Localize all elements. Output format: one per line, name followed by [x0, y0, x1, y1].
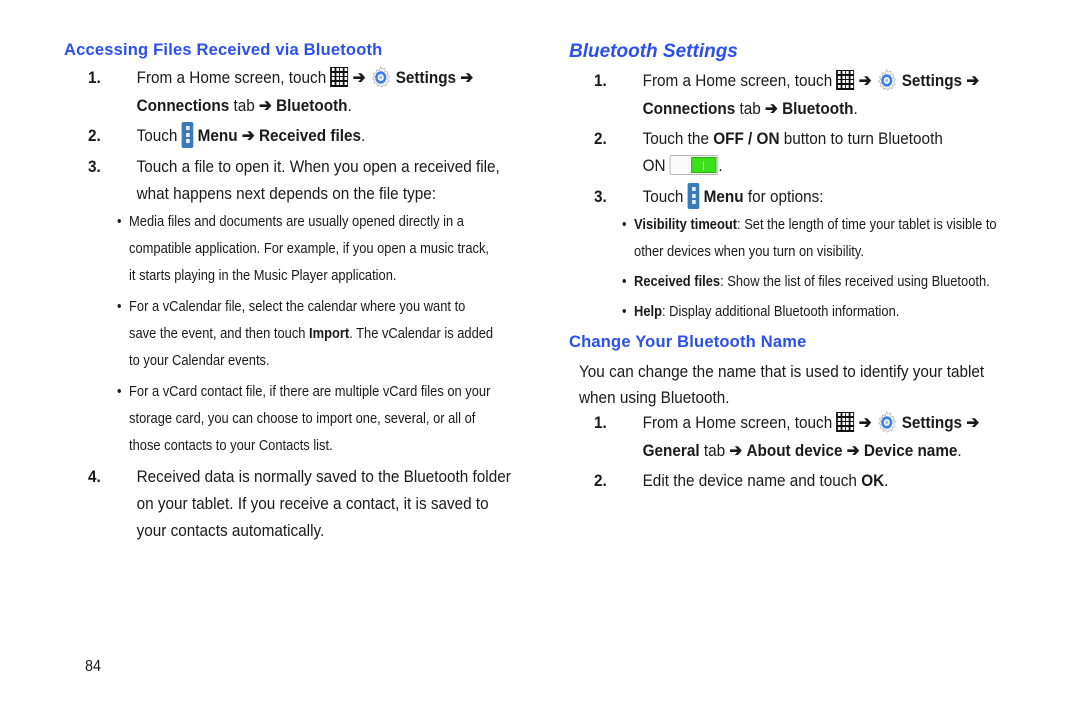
menu-label: Menu — [197, 126, 238, 145]
bullet-text: other devices when you turn on visibilit… — [634, 243, 864, 260]
arrow-icon: ➔ — [729, 441, 743, 460]
step-number: 2. — [88, 126, 101, 145]
bullet-text: storage card, you can choose to import o… — [129, 410, 476, 427]
bluetooth-label: Bluetooth — [276, 96, 348, 115]
apps-grid-icon — [836, 411, 855, 432]
step-text: for options: — [743, 187, 824, 206]
step-text: From a Home screen, touch — [642, 413, 833, 432]
step-text: From a Home screen, touch — [642, 71, 833, 90]
arrow-icon: ➔ — [858, 71, 872, 90]
settings-label: Settings — [901, 413, 963, 432]
toggle-knob — [691, 156, 717, 173]
step-number: 3. — [594, 187, 607, 206]
bullet-text: : Show the list of files received using … — [720, 273, 990, 290]
arrow-icon: ➔ — [858, 413, 872, 432]
settings-gear-icon — [878, 410, 897, 433]
bullet-text: : Set the length of time your tablet is … — [737, 216, 997, 233]
step-text: Touch a file to open it. When you open a… — [136, 157, 500, 176]
bullet-text: it starts playing in the Music Player ap… — [129, 267, 397, 284]
bullet-text: compatible application. For example, if … — [129, 240, 489, 257]
step-number: 1. — [594, 71, 607, 90]
step-number: 4. — [88, 467, 101, 486]
step-text: Received data is normally saved to the B… — [136, 467, 511, 486]
arrow-icon: ➔ — [966, 413, 980, 432]
bluetooth-label: Bluetooth — [782, 99, 854, 118]
arrow-icon: ➔ — [966, 71, 980, 90]
arrow-icon: ➔ — [765, 99, 778, 118]
received-files-label: Received files — [258, 126, 362, 145]
bullet-text: . The vCalendar is added — [349, 325, 494, 342]
step-number: 3. — [88, 157, 101, 176]
step-text: Edit the device name and touch — [642, 471, 862, 490]
bullet-text: : Display additional Bluetooth informati… — [662, 303, 900, 320]
step-text: Touch the — [642, 129, 714, 148]
on-text: ON — [642, 156, 666, 175]
tab-text: tab — [699, 441, 730, 460]
off-on-label: OFF / ON — [713, 129, 780, 148]
step-text: on your tablet. If you receive a contact… — [136, 494, 489, 513]
bullet-text: For a vCalendar file, select the calenda… — [129, 298, 466, 315]
bullet-text: Media files and documents are usually op… — [129, 213, 464, 230]
tab-text: tab — [229, 96, 260, 115]
apps-grid-icon — [836, 69, 855, 90]
step-text: Touch — [136, 126, 178, 145]
general-label: General — [642, 441, 700, 460]
bullet-dot: • — [117, 383, 122, 400]
step-number: 2. — [594, 129, 607, 148]
period: . — [347, 96, 352, 115]
bullet-dot: • — [117, 213, 122, 230]
bullet-text: For a vCard contact file, if there are m… — [129, 383, 491, 400]
step-number: 1. — [594, 413, 607, 432]
period: . — [361, 126, 366, 145]
page-number: 84 — [85, 658, 102, 675]
menu-label: Menu — [703, 187, 744, 206]
arrow-icon: ➔ — [241, 126, 255, 145]
step-number: 1. — [88, 68, 101, 87]
step-text: From a Home screen, touch — [136, 68, 327, 87]
import-label: Import — [309, 325, 350, 342]
arrow-icon: ➔ — [259, 96, 272, 115]
period: . — [957, 441, 962, 460]
bullet-dot: • — [622, 273, 627, 290]
page-title-bluetooth-settings: Bluetooth Settings — [569, 41, 738, 62]
period: . — [718, 156, 723, 175]
bluetooth-toggle-switch[interactable] — [669, 154, 719, 175]
about-device-label: About device — [746, 441, 843, 460]
arrow-icon: ➔ — [352, 68, 366, 87]
bullet-text: to your Calendar events. — [129, 352, 270, 369]
bullet-text: save the event, and then touch — [129, 325, 310, 342]
device-name-label: Device name — [863, 441, 958, 460]
apps-grid-icon — [330, 66, 349, 87]
step-number: 2. — [594, 471, 607, 490]
menu-icon — [687, 182, 700, 209]
settings-gear-icon — [372, 65, 391, 88]
help-label: Help — [634, 303, 663, 320]
visibility-timeout-label: Visibility timeout — [634, 216, 738, 233]
received-files-label: Received files — [634, 273, 721, 290]
section-heading-change-name: Change Your Bluetooth Name — [569, 333, 807, 351]
connections-label: Connections — [136, 96, 230, 115]
bullet-dot: • — [622, 216, 627, 233]
settings-label: Settings — [901, 71, 963, 90]
step-text: Touch — [642, 187, 684, 206]
settings-gear-icon — [878, 68, 897, 91]
intro-text-line2: when using Bluetooth. — [579, 388, 730, 407]
ok-label: OK — [861, 471, 885, 490]
menu-icon — [181, 121, 194, 148]
tab-text: tab — [735, 99, 766, 118]
bullet-dot: • — [117, 298, 122, 315]
step-text: button to turn Bluetooth — [779, 129, 943, 148]
period: . — [853, 99, 858, 118]
step-text: your contacts automatically. — [136, 521, 325, 540]
step-text: what happens next depends on the file ty… — [136, 184, 437, 203]
section-heading-accessing-files: Accessing Files Received via Bluetooth — [64, 41, 383, 59]
arrow-icon: ➔ — [846, 441, 860, 460]
settings-label: Settings — [395, 68, 457, 87]
connections-label: Connections — [642, 99, 736, 118]
bullet-text: those contacts to your Contacts list. — [129, 437, 333, 454]
intro-text: You can change the name that is used to … — [579, 362, 985, 381]
bullet-dot: • — [622, 303, 627, 320]
arrow-icon: ➔ — [460, 68, 474, 87]
period: . — [884, 471, 889, 490]
